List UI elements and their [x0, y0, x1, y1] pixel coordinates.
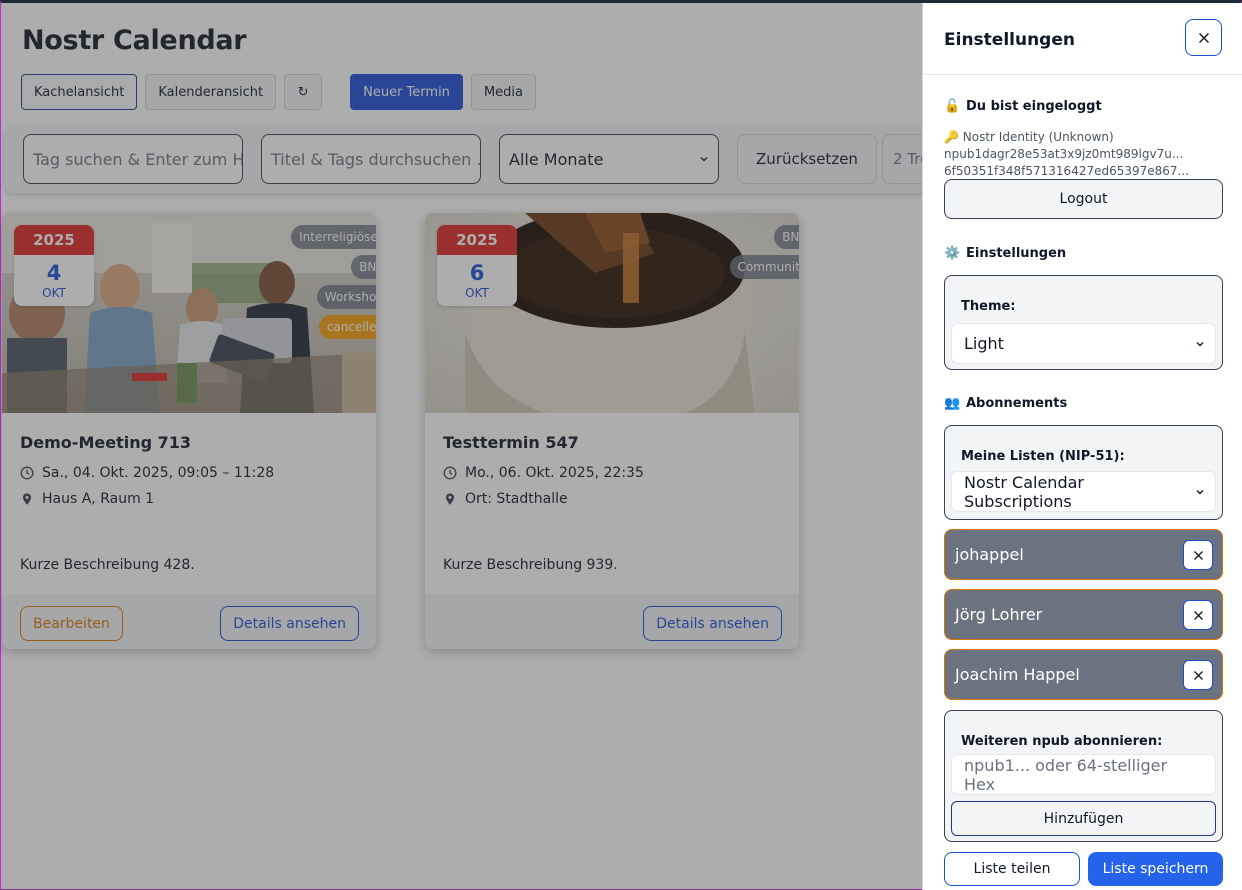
save-list-button[interactable]: Liste speichern: [1088, 852, 1223, 886]
subscriptions-heading: 👥 Abonnements: [944, 396, 1067, 411]
users-icon: 👥: [944, 396, 961, 411]
key-icon: 🔑: [944, 130, 959, 144]
identity-text: Nostr Identity (Unknown): [962, 130, 1114, 144]
hex-pubkey-value: 6f50351f348f571316427ed65397e867...: [944, 164, 1190, 178]
add-subscription-button[interactable]: Hinzufügen: [951, 801, 1216, 836]
subscription-item: johappel: [944, 529, 1223, 580]
lists-label: Meine Listen (NIP-51):: [961, 449, 1125, 464]
gear-icon: ⚙️: [944, 246, 961, 261]
identity-label: 🔑 Nostr Identity (Unknown): [944, 130, 1114, 144]
settings-panel: Einstellungen 🔓 Du bist eingeloggt 🔑 Nos…: [922, 3, 1242, 890]
subscriptions-heading-text: Abonnements: [966, 396, 1068, 411]
login-heading: 🔓 Du bist eingeloggt: [944, 99, 1102, 114]
add-subscription-label: Weiteren npub abonnieren:: [961, 734, 1163, 749]
npub-input[interactable]: npub1... oder 64-stelliger Hex: [951, 754, 1216, 795]
share-list-button[interactable]: Liste teilen: [944, 852, 1080, 886]
close-icon: [1198, 32, 1209, 43]
subscription-item: Jörg Lohrer: [944, 589, 1223, 640]
unlock-icon: 🔓: [944, 99, 961, 114]
subscription-name: johappel: [955, 545, 1024, 564]
npub-value: npub1dagr28e53at3x9jz0mt989lgv7u...: [944, 147, 1184, 161]
close-button[interactable]: [1185, 19, 1222, 56]
lists-box: Meine Listen (NIP-51): Nostr Calendar Su…: [944, 425, 1223, 520]
theme-select[interactable]: Light: [951, 323, 1216, 364]
settings-header: Einstellungen: [923, 3, 1242, 75]
remove-subscription-button[interactable]: [1183, 660, 1213, 690]
close-icon: [1193, 670, 1203, 680]
logout-button[interactable]: Logout: [944, 179, 1223, 219]
preferences-heading-text: Einstellungen: [966, 246, 1067, 261]
login-heading-text: Du bist eingeloggt: [966, 99, 1102, 114]
list-select[interactable]: Nostr Calendar Subscriptions: [951, 471, 1216, 512]
add-subscription-box: Weiteren npub abonnieren: npub1... oder …: [944, 710, 1223, 842]
chevron-down-icon: [1196, 489, 1204, 494]
modal-backdrop[interactable]: [1, 3, 922, 890]
list-select-value: Nostr Calendar Subscriptions: [964, 472, 1084, 511]
remove-subscription-button[interactable]: [1183, 600, 1213, 630]
subscription-name: Jörg Lohrer: [955, 605, 1043, 624]
settings-title: Einstellungen: [944, 30, 1075, 50]
theme-select-value: Light: [964, 334, 1004, 353]
chevron-down-icon: [1196, 341, 1204, 346]
subscription-item: Joachim Happel: [944, 649, 1223, 700]
theme-label: Theme:: [961, 299, 1016, 314]
theme-box: Theme: Light: [944, 275, 1223, 370]
close-icon: [1193, 610, 1203, 620]
subscription-name: Joachim Happel: [955, 665, 1080, 684]
remove-subscription-button[interactable]: [1183, 540, 1213, 570]
close-icon: [1193, 550, 1203, 560]
preferences-heading: ⚙️ Einstellungen: [944, 246, 1066, 261]
